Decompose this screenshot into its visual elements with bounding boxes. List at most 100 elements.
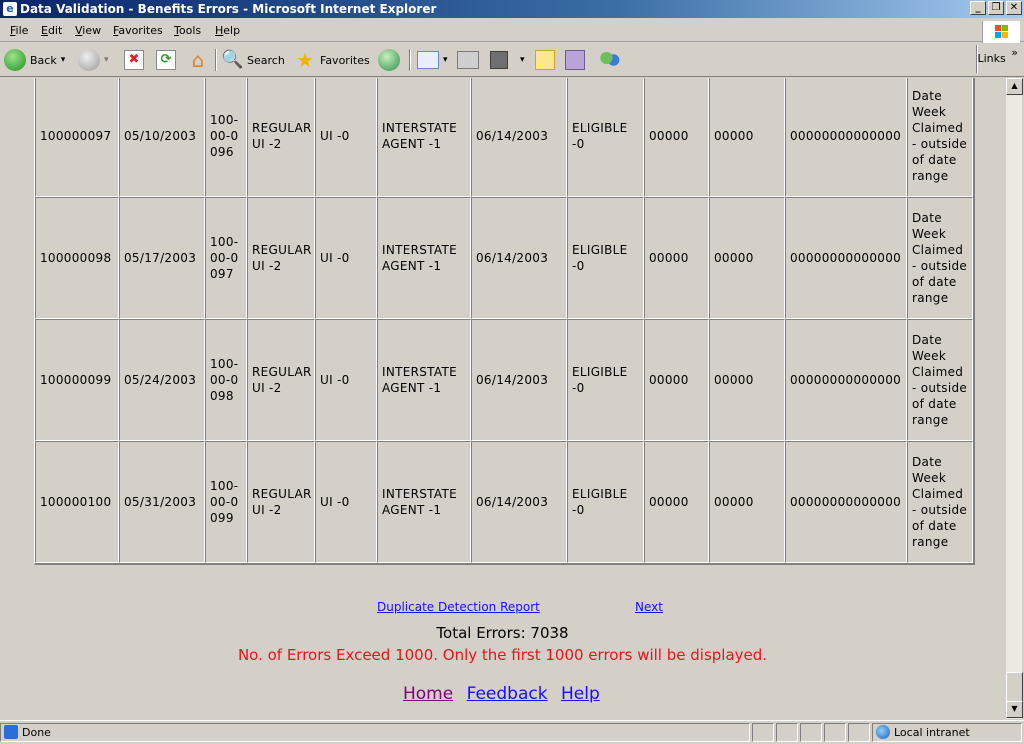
cell-claim-date: 06/14/2003 [471,319,567,441]
status-text: Done [22,726,51,739]
cell-date: 05/31/2003 [119,441,205,563]
cell-code2: 00000 [709,319,785,441]
favorites-button[interactable]: ★ Favorites [294,48,370,72]
close-button[interactable]: ✕ [1006,1,1022,15]
menu-file[interactable]: File [10,24,28,37]
cell-code1: 00000 [644,441,709,563]
feedback-link[interactable]: Feedback [467,684,548,704]
cell-id: 100000097 [35,78,119,197]
stop-icon: ✖ [124,50,144,70]
maximize-button[interactable]: ❐ [988,1,1004,15]
status-panel [800,723,822,742]
forward-arrow-icon [78,49,100,71]
favorites-star-icon: ★ [296,48,314,72]
window-title: Data Validation - Benefits Errors - Micr… [20,2,437,16]
cell-ssn: 100-00-0097 [205,197,247,319]
title-bar[interactable]: e Data Validation - Benefits Errors - Mi… [0,0,1024,18]
toolbar-separator [409,49,411,71]
messenger-button[interactable] [598,48,622,72]
cell-date: 05/24/2003 [119,319,205,441]
status-panel-main [0,723,750,742]
menu-edit[interactable]: Edit [41,24,62,37]
mail-dropdown-icon[interactable]: ▾ [443,55,448,65]
cell-id: 100000100 [35,441,119,563]
home-button[interactable]: ⌂ [187,48,209,72]
favorites-label: Favorites [320,53,370,67]
cell-status: ELIGIBLE -0 [567,197,644,319]
links-bar[interactable]: Links » [978,46,1019,65]
scroll-up-button[interactable]: ▲ [1006,78,1023,95]
cell-agent: INTERSTATE AGENT -1 [377,319,471,441]
vertical-scrollbar[interactable]: ▲ ▼ [1005,78,1023,719]
status-panel [824,723,846,742]
cell-program: REGULAR UI -2 [247,78,315,197]
menu-view[interactable]: View [75,24,101,37]
forward-dropdown-icon[interactable]: ▾ [104,55,109,65]
note-icon [535,50,555,70]
cell-error-message: Date Week Claimed - outside of date rang… [907,197,973,319]
home-icon: ⌂ [191,48,205,72]
cell-code1: 00000 [644,78,709,197]
table-row: 100000097 05/10/2003 100-00-0096 REGULAR UI… [35,78,973,197]
cell-program: REGULAR UI -2 [247,441,315,563]
cell-status: ELIGIBLE -0 [567,319,644,441]
table-row: 100000098 05/17/2003 100-00-0097 REGULAR UI… [35,197,973,319]
windows-flag-icon [995,25,1009,39]
next-link[interactable]: Next [635,600,663,614]
home-link[interactable]: Home [403,684,453,704]
cell-long-code: 00000000000000 [785,197,907,319]
page-done-icon [4,725,18,739]
cell-claim-date: 06/14/2003 [471,441,567,563]
ie-app-icon: e [3,2,17,16]
print-button[interactable] [457,48,479,72]
errors-limit-warning: No. of Errors Exceed 1000. Only the firs… [237,646,768,664]
search-button[interactable]: 🔍 Search [221,48,285,72]
cell-agent: INTERSTATE AGENT -1 [377,441,471,563]
cell-program: REGULAR UI -2 [247,197,315,319]
cell-ui: UI -0 [315,319,377,441]
forward-button[interactable]: ▾ [78,48,109,72]
benefits-errors-table: 100000097 05/10/2003 100-00-0096 REGULAR UI… [34,78,975,565]
research-button[interactable] [565,48,585,72]
research-icon [565,50,585,70]
cell-ui: UI -0 [315,197,377,319]
status-panel [848,723,870,742]
menu-help[interactable]: Help [215,24,240,37]
history-button[interactable] [378,48,400,72]
cell-long-code: 00000000000000 [785,441,907,563]
mail-button[interactable]: ▾ [417,48,448,72]
cell-code2: 00000 [709,78,785,197]
scroll-down-button[interactable]: ▼ [1006,701,1023,718]
windows-logo [982,21,1020,43]
table-row: 100000099 05/24/2003 100-00-0098 REGULAR UI… [35,319,973,441]
cell-error-message: Date Week Claimed - outside of date rang… [907,441,973,563]
cell-status: ELIGIBLE -0 [567,78,644,197]
refresh-button[interactable]: ⟳ [156,48,176,72]
menu-tools[interactable]: Tools [174,24,201,37]
edit-button[interactable]: ▾ [490,48,525,72]
discuss-button[interactable] [535,48,555,72]
print-icon [457,51,479,69]
cell-date: 05/10/2003 [119,78,205,197]
cell-agent: INTERSTATE AGENT -1 [377,197,471,319]
duplicate-detection-report-link[interactable]: Duplicate Detection Report [377,600,540,614]
refresh-icon: ⟳ [156,50,176,70]
cell-code1: 00000 [644,197,709,319]
help-link[interactable]: Help [561,684,600,704]
edit-dropdown-icon[interactable]: ▾ [520,55,525,65]
back-dropdown-icon[interactable]: ▾ [61,55,66,65]
back-button[interactable]: Back ▾ [4,48,65,72]
history-icon [378,49,400,71]
cell-id: 100000098 [35,197,119,319]
links-chevron-icon[interactable]: » [1011,46,1018,59]
cell-status: ELIGIBLE -0 [567,441,644,563]
status-panel [776,723,798,742]
stop-button[interactable]: ✖ [124,48,144,72]
footer-links: Home Feedback Help [403,684,608,704]
minimize-button[interactable]: _ [970,1,986,15]
menu-favorites[interactable]: Favorites [113,24,163,37]
table-row: 100000100 05/31/2003 100-00-0099 REGULAR UI… [35,441,973,563]
window-controls: _ ❐ ✕ [970,1,1022,15]
search-label: Search [247,53,285,67]
cell-error-message: Date Week Claimed - outside of date rang… [907,319,973,441]
